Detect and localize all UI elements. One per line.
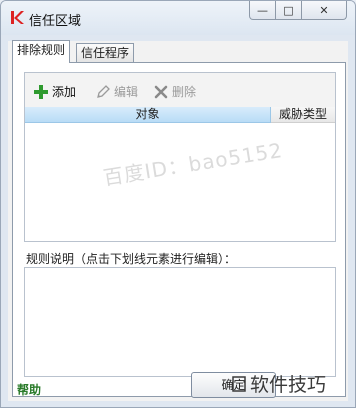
brand-watermark: 软件技巧: [232, 370, 326, 397]
brand-text: 软件技巧: [250, 374, 327, 396]
help-link[interactable]: 帮助: [17, 381, 41, 398]
tab-trusted-programs[interactable]: 信任程序: [76, 43, 135, 63]
dialog-content: 排除规则 信任程序 添加 编辑 删除 对象 威胁类型 规则说明（点击下划线元素进…: [8, 40, 348, 401]
edit-button[interactable]: 编辑: [95, 82, 138, 102]
tab-panel: 添加 编辑 删除 对象 威胁类型 规则说明（点击下划线元素进行编辑）：: [12, 62, 346, 397]
minimize-icon: —: [257, 3, 268, 17]
delete-x-icon: [154, 85, 168, 99]
column-header-object[interactable]: 对象: [25, 107, 271, 123]
rule-description-box[interactable]: [24, 267, 336, 377]
add-button[interactable]: 添加: [33, 82, 76, 102]
close-icon: ✕: [319, 3, 329, 17]
kaspersky-logo-icon: [11, 11, 24, 24]
column-header-threat-type[interactable]: 威胁类型: [271, 107, 335, 123]
window-title: 信任区域: [29, 14, 82, 29]
add-label: 添加: [52, 85, 77, 99]
delete-button[interactable]: 删除: [153, 82, 196, 102]
brand-logo-icon: [232, 375, 246, 392]
pencil-icon: [97, 85, 110, 98]
plus-icon: [34, 85, 48, 99]
maximize-icon: □: [283, 3, 294, 17]
maximize-button[interactable]: □: [275, 1, 302, 20]
delete-label: 删除: [172, 85, 197, 99]
edit-label: 编辑: [114, 85, 139, 99]
titlebar[interactable]: 信任区域 — □ ✕: [1, 1, 355, 35]
tab-exclusion-rules[interactable]: 排除规则: [12, 40, 71, 63]
minimize-button[interactable]: —: [249, 1, 276, 20]
trusted-zone-window: 信任区域 — □ ✕ 排除规则 信任程序 添加 编辑 删除 对象 威胁类型 规则…: [0, 0, 356, 408]
rule-description-label: 规则说明（点击下划线元素进行编辑）：: [26, 252, 237, 266]
close-button[interactable]: ✕: [301, 1, 347, 20]
